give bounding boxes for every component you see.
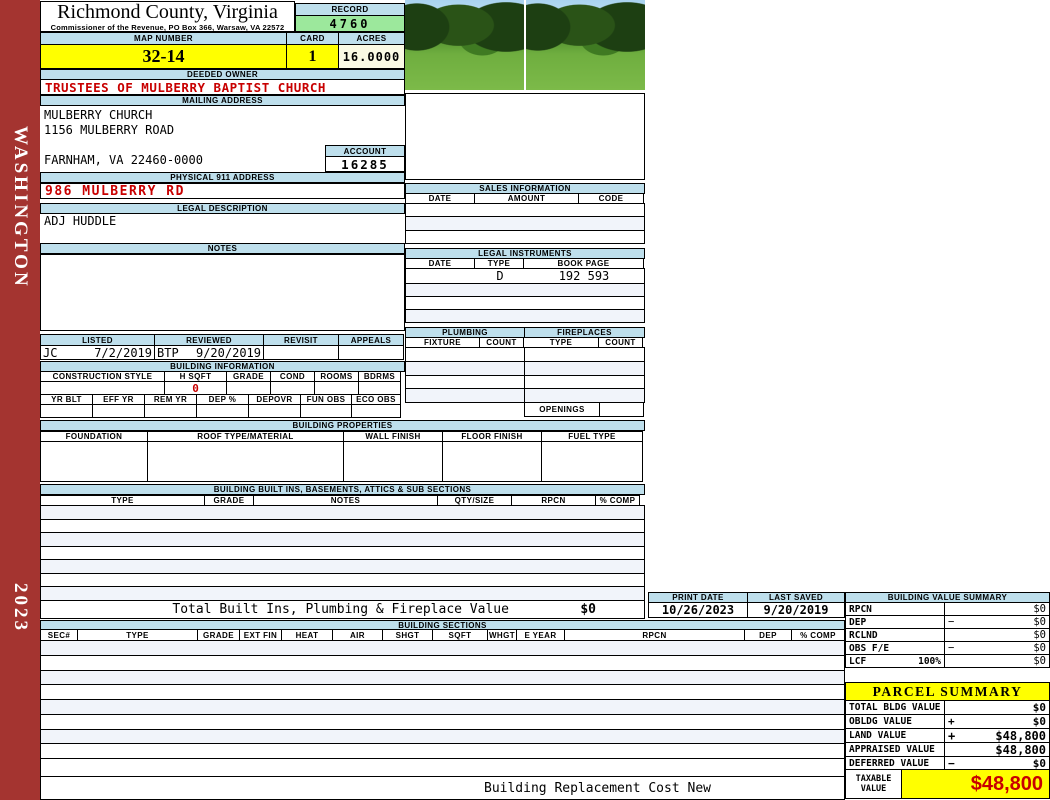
record-value: 4760 [295, 15, 405, 32]
account-value: 16285 [325, 156, 405, 172]
sidebar-band: WASHINGTON 2023 [0, 0, 40, 800]
mailing-line-2: 1156 MULBERRY ROAD [44, 123, 175, 137]
foundation-value [40, 441, 148, 482]
ps-row-label: LAND VALUE [845, 728, 945, 743]
bvs-row-value-cell: − $0 [944, 615, 1050, 629]
map-number-value: 32-14 [40, 44, 287, 69]
bvs-row-label: RCLND [845, 628, 945, 642]
mailing-line-1: MULBERRY CHURCH [44, 108, 153, 122]
notes-box [40, 254, 405, 331]
bdrms-value [358, 381, 401, 395]
bvs-row-label: LCF 100% [845, 654, 945, 668]
revisit-value [263, 345, 339, 360]
mailing-address-label: MAILING ADDRESS [40, 95, 405, 106]
remyr-value [144, 404, 197, 418]
sidebar-year-label: 2023 [10, 583, 31, 633]
photo-strip [405, 0, 645, 90]
reviewed-value: BTP 9/20/2019 [154, 345, 264, 360]
ps-row-value-cell: $48,800 [944, 742, 1050, 757]
review-value-row: JC 7/2/2019 BTP 9/20/2019 [40, 345, 404, 360]
openings-value [599, 402, 644, 417]
bvs-row-label: DEP [845, 615, 945, 629]
replacement-cost-label: Building Replacement Cost New [484, 780, 711, 796]
deppct-value [196, 404, 249, 418]
parcel-summary-title: PARCEL SUMMARY [845, 682, 1050, 701]
taxable-value-label: TAXABLE VALUE [845, 769, 902, 799]
parcel-summary-table: TOTAL BLDG VALUE $0 OBLDG VALUE + $0 LAN… [845, 700, 1050, 771]
fuel-type-value [541, 441, 643, 482]
county-title-box: Richmond County, Virginia Commissioner o… [40, 1, 295, 32]
deeded-owner-value: TRUSTEES OF MULBERRY BAPTIST CHURCH [40, 79, 405, 95]
bvs-row-value-cell: $0 [944, 628, 1050, 642]
physical-address-label: PHYSICAL 911 ADDRESS [40, 172, 405, 183]
effyr-value [92, 404, 145, 418]
legal-description-label: LEGAL DESCRIPTION [40, 203, 405, 214]
roof-type-value [147, 441, 344, 482]
floor-finish-value [442, 441, 542, 482]
ecoobs-value [351, 404, 401, 418]
li-type-value: D [496, 269, 504, 283]
building-info-value-row2 [40, 404, 401, 418]
bvs-row-value-cell: − $0 [944, 641, 1050, 655]
rooms-value [314, 381, 359, 395]
property-photo-2[interactable] [526, 0, 645, 90]
wall-finish-value [343, 441, 443, 482]
legal-description-value: ADJ HUDDLE [44, 214, 117, 228]
building-value-summary-table: RPCN $0 DEP − $0 RCLND $0 OBS F/E − $0 L… [845, 602, 1050, 668]
built-ins-total-value: $0 [580, 602, 596, 617]
ps-row-label: TOTAL BLDG VALUE [845, 700, 945, 715]
sales-empty-rows [405, 203, 645, 244]
li-date-value [406, 269, 476, 283]
county-subtitle: Commissioner of the Revenue, PO Box 366,… [50, 23, 285, 32]
sidebar-county-label: WASHINGTON [10, 126, 31, 289]
legal-instrument-row: D 192 593 [406, 269, 644, 284]
funobs-value [300, 404, 352, 418]
taxable-value-amount: $48,800 [901, 769, 1050, 799]
cond-value [270, 381, 315, 395]
plumbing-fireplaces-rows [405, 347, 645, 403]
print-info-value-row: 10/26/2023 9/20/2019 [648, 602, 845, 618]
taxable-value-row: TAXABLE VALUE $48,800 [845, 769, 1050, 799]
bottom-spacer-row [40, 758, 845, 777]
openings-label: OPENINGS [524, 402, 600, 417]
photo-placeholder-box [405, 93, 645, 180]
openings-row: OPENINGS [524, 402, 644, 417]
ps-row-label: APPRAISED VALUE [845, 742, 945, 757]
ps-row-value-cell: + $48,800 [944, 728, 1050, 743]
built-ins-total-row: Total Built Ins, Plumbing & Fireplace Va… [40, 600, 645, 619]
card-value: 1 [286, 44, 339, 69]
yrblt-value [40, 404, 93, 418]
building-info-value-row1: 0 [40, 381, 401, 395]
building-sections-empty-rows [40, 640, 845, 759]
property-photo-1[interactable] [405, 0, 524, 90]
appeals-value [338, 345, 404, 360]
bvs-row-label: RPCN [845, 602, 945, 616]
bvs-row-value-cell: $0 [944, 602, 1050, 616]
physical-address-value: 986 MULBERRY RD [40, 183, 405, 199]
li-bookpage-value: 192 593 [558, 269, 610, 283]
ps-row-value-cell: + $0 [944, 714, 1050, 729]
acres-value: 16.0000 [338, 44, 405, 69]
building-properties-title: BUILDING PROPERTIES [40, 420, 645, 431]
built-ins-title: BUILDING BUILT INS, BASEMENTS, ATTICS & … [40, 484, 645, 495]
depovr-value [248, 404, 301, 418]
last-saved-value: 9/20/2019 [747, 602, 845, 618]
ps-row-label: OBLDG VALUE [845, 714, 945, 729]
legal-instruments-rows: D 192 593 [405, 268, 645, 323]
print-date-value: 10/26/2023 [648, 602, 748, 618]
grade-value [226, 381, 271, 395]
hsqft-value: 0 [164, 381, 227, 395]
county-title: Richmond County, Virginia [57, 1, 278, 23]
built-ins-total-label: Total Built Ins, Plumbing & Fireplace Va… [172, 602, 509, 617]
replacement-cost-row: Building Replacement Cost New [40, 776, 845, 800]
bvs-row-label: OBS F/E [845, 641, 945, 655]
ps-row-value-cell: $0 [944, 700, 1050, 715]
notes-label: NOTES [40, 243, 405, 254]
building-properties-value-row [40, 441, 643, 482]
construction-style-value [40, 381, 165, 395]
listed-value: JC 7/2/2019 [40, 345, 155, 360]
built-ins-empty-rows [40, 505, 645, 601]
bvs-row-value-cell: $0 [944, 654, 1050, 668]
